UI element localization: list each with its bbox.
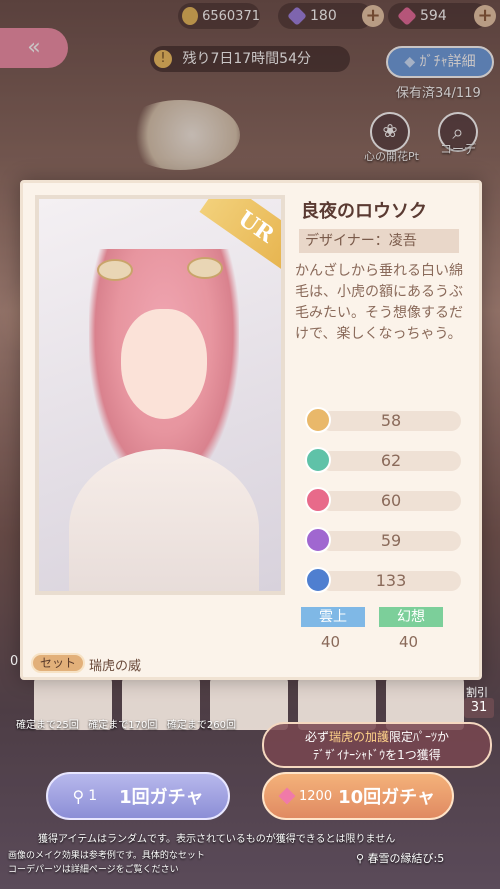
bonus-prefix: 必ず <box>304 730 329 744</box>
guarantee-2: 確定まで170回 <box>88 720 158 731</box>
tag-value: 40 <box>399 633 419 651</box>
heart-stat-icon <box>305 527 331 553</box>
single-pull-label: 1回ガチャ <box>119 787 204 808</box>
disclaimer-1: 獲得アイテムはランダムです。表示されているものが獲得できるとは限りません <box>38 834 396 845</box>
ten-pull-label: 10回ガチャ <box>338 787 435 808</box>
rarity-label: UR <box>233 205 279 249</box>
tag-cloud: 雲上 <box>301 607 365 627</box>
item-count-text: 春雪の縁結び:5 <box>367 852 445 865</box>
side-badge: 0 <box>10 654 19 669</box>
gacha-screen: 6560371 180 + 594 + « ! 残り7日17時間54分 ◆ ｶﾞ… <box>0 0 500 889</box>
item-count: ⚲ 春雪の縁結び:5 <box>356 850 444 866</box>
disclaimer-3: コーデパーツは詳細ページをご覧ください <box>8 865 179 875</box>
guarantee-3: 確定まで260回 <box>166 720 237 731</box>
guarantee-list: 確定まで25回 確定まで170回 確定まで260回 <box>16 716 236 731</box>
hairpin-ornament <box>187 257 223 279</box>
snowflake-stat-icon <box>305 487 331 513</box>
key-icon: ⚲ <box>356 852 365 865</box>
bonus-highlight: 瑞虎の加護 <box>328 730 389 744</box>
moon-stat-icon <box>305 407 331 433</box>
stat-value: 133 <box>375 571 407 590</box>
tag-label: 幻想 <box>397 609 425 625</box>
guarantee-1: 確定まで25回 <box>16 720 79 731</box>
tag-value: 40 <box>321 633 341 651</box>
stat-row: 59 <box>305 527 461 553</box>
stat-value: 59 <box>380 531 402 550</box>
set-name: 瑞虎の威 <box>89 659 142 674</box>
set-badge-label: セット <box>39 656 76 670</box>
disclaimer-2: 画像のメイク効果は参考例です。具体的なセット <box>8 851 205 861</box>
sparkle-stat-icon <box>305 447 331 473</box>
body-shape <box>69 449 259 591</box>
item-detail-card: UR 良夜のロウソク デザイナー：凌吾 かんざしから垂れる白い綿毛は、小虎の額に… <box>20 180 482 680</box>
stat-row: 133 <box>305 567 461 593</box>
single-pull-cost: 1 <box>88 788 98 804</box>
ten-pull-button[interactable]: 1200 10回ガチャ <box>262 772 454 820</box>
bonus-rest: 限定ﾊﾟｰﾂか <box>389 730 450 744</box>
discount-value: 31 <box>464 698 494 718</box>
ten-pull-cost: 1200 <box>299 788 333 804</box>
stat-value: 60 <box>380 491 402 510</box>
tag-label: 雲上 <box>319 609 347 625</box>
stat-row: 58 <box>305 407 461 433</box>
stat-row: 60 <box>305 487 461 513</box>
item-description: かんざしから垂れる白い綿毛は、小虎の額にあるうぶ毛みたい。そう想像するだけで、楽… <box>295 263 463 342</box>
face-shape <box>121 309 207 419</box>
designer-label: デザイナー：凌吾 <box>299 229 459 253</box>
bonus-line2: ﾃﾞｻﾞｲﾅｰｼｬﾄﾞｳを1つ獲得 <box>313 748 441 762</box>
bonus-bubble: 必ず瑞虎の加護限定ﾊﾟｰﾂか ﾃﾞｻﾞｲﾅｰｼｬﾄﾞｳを1つ獲得 <box>262 722 492 768</box>
hairpin-ornament <box>97 259 133 281</box>
stat-row: 62 <box>305 447 461 473</box>
single-pull-button[interactable]: ⚲ 1 1回ガチャ <box>46 772 230 820</box>
stat-value: 58 <box>380 411 402 430</box>
item-title: 良夜のロウソク <box>301 201 427 222</box>
wishing-key-icon: ⚲ <box>72 786 85 806</box>
shield-stat-icon <box>305 567 331 593</box>
set-badge: セット <box>31 653 85 673</box>
tag-fantasy: 幻想 <box>379 607 443 627</box>
stat-value: 62 <box>380 451 402 470</box>
pink-diamond-icon <box>278 787 296 805</box>
item-portrait: UR <box>35 195 285 595</box>
